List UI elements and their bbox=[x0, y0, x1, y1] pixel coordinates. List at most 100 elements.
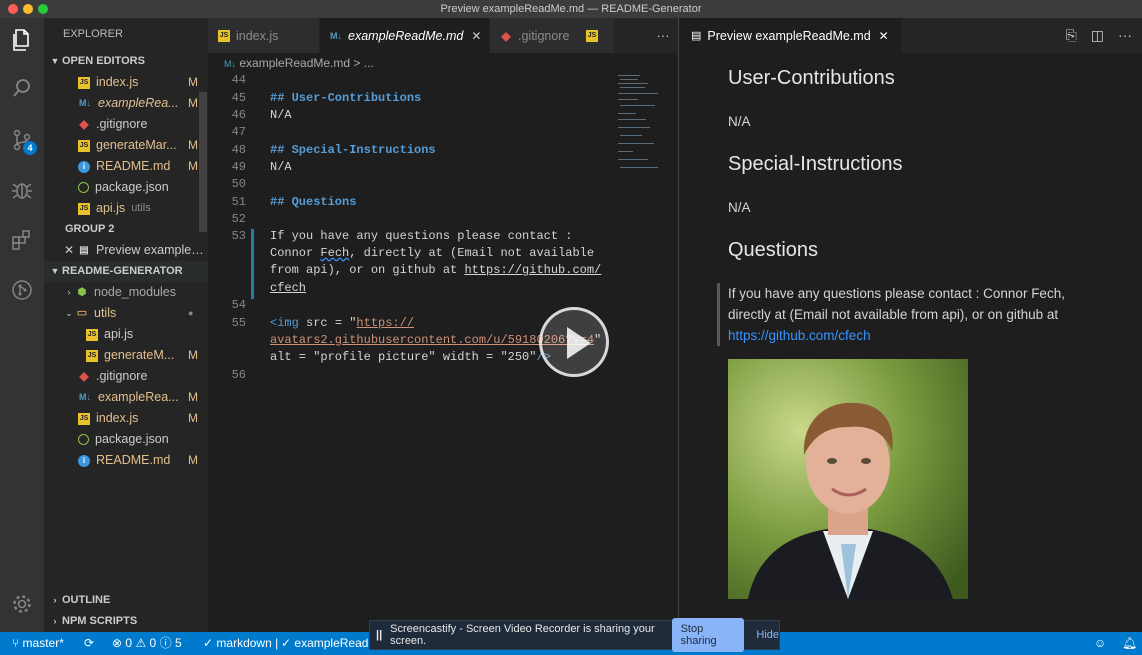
markdown-file-icon: M↓ bbox=[79, 392, 91, 402]
tab-preview[interactable]: ▤ Preview exampleReadMe.md ✕ bbox=[679, 18, 901, 53]
open-editors-header[interactable]: ▼ OPEN EDITORS bbox=[44, 51, 208, 72]
activity-bar: 4 bbox=[0, 18, 44, 632]
tree-item-package-json[interactable]: package.json bbox=[44, 429, 208, 450]
explorer-icon[interactable] bbox=[8, 26, 36, 54]
more-actions-icon[interactable]: ··· bbox=[1118, 27, 1132, 44]
tree-item-gitignore[interactable]: ◆ .gitignore bbox=[44, 366, 208, 387]
open-editor-item[interactable]: i README.md M bbox=[44, 156, 208, 177]
hide-button[interactable]: Hide bbox=[756, 629, 779, 641]
close-icon[interactable]: ✕ bbox=[879, 29, 889, 43]
pause-icon: || bbox=[376, 629, 383, 641]
node-folder-icon: ⬢ bbox=[77, 287, 87, 298]
code-line: from api), or on github at https://githu… bbox=[270, 263, 602, 277]
language-indicator[interactable]: ✓ markdown | bbox=[203, 632, 278, 655]
minimap[interactable] bbox=[618, 73, 668, 193]
preview-icon: ▤ bbox=[691, 30, 702, 42]
preview-icon: ▤ bbox=[79, 245, 89, 256]
git-graph-icon[interactable] bbox=[8, 276, 36, 304]
markdown-file-icon: M↓ bbox=[330, 30, 342, 41]
tree-item-readme[interactable]: i README.md M bbox=[44, 450, 208, 471]
tree-item-utils[interactable]: ⌄ ▭ utils ● bbox=[44, 303, 208, 324]
chevron-down-icon: ▼ bbox=[50, 266, 60, 276]
open-editor-item[interactable]: package.json bbox=[44, 177, 208, 198]
feedback-smiley-icon[interactable]: ☺ bbox=[1094, 632, 1106, 655]
check-icon: ✓ bbox=[203, 636, 214, 650]
explorer-title: EXPLORER bbox=[63, 28, 123, 40]
close-icon[interactable]: ✕ bbox=[471, 29, 481, 43]
js-file-icon: JS bbox=[78, 76, 90, 89]
git-file-icon: ◆ bbox=[79, 369, 89, 383]
tab-gitignore[interactable]: ◆ .gitignore JS bbox=[490, 18, 615, 53]
chevron-right-icon: › bbox=[53, 616, 57, 626]
code-line: If you have any questions please contact… bbox=[270, 229, 573, 243]
split-editor-icon[interactable]: ◫ bbox=[1091, 27, 1104, 44]
open-editor-item[interactable]: ◆ .gitignore bbox=[44, 114, 208, 135]
open-editor-item[interactable]: JS generateMar... M bbox=[44, 135, 208, 156]
group-2-header: GROUP 2 bbox=[65, 223, 115, 235]
breadcrumb[interactable]: M↓ exampleReadMe.md > ... bbox=[208, 53, 678, 73]
js-file-icon: JS bbox=[586, 29, 598, 42]
info-file-icon: i bbox=[78, 454, 90, 467]
open-editor-item[interactable]: JS index.js M bbox=[44, 72, 208, 93]
open-editor-item[interactable]: M↓ exampleRea... M bbox=[44, 93, 208, 114]
open-editor-preview-item[interactable]: ✕ ▤ Preview exampleR... bbox=[44, 240, 208, 261]
package-file-icon bbox=[78, 182, 89, 193]
project-header[interactable]: ▼ README-GENERATOR bbox=[44, 261, 208, 282]
maximize-window-button[interactable] bbox=[38, 4, 48, 14]
tree-item-api-js[interactable]: JS api.js bbox=[44, 324, 208, 345]
tab-example-readme[interactable]: M↓ exampleReadMe.md ✕ bbox=[320, 18, 490, 53]
minimize-window-button[interactable] bbox=[23, 4, 33, 14]
markdown-file-icon: M↓ bbox=[79, 98, 91, 108]
extensions-icon[interactable] bbox=[8, 226, 36, 254]
more-actions-icon[interactable]: ··· bbox=[648, 18, 678, 53]
close-window-button[interactable] bbox=[8, 4, 18, 14]
github-link[interactable]: https://github.com/cfech bbox=[728, 328, 871, 343]
video-play-button[interactable] bbox=[539, 307, 609, 377]
tab-index-js[interactable]: JS index.js bbox=[208, 18, 320, 53]
blockquote-bar bbox=[717, 283, 720, 346]
code-line: ## User-Contributions bbox=[270, 91, 422, 105]
source-control-badge: 4 bbox=[23, 141, 37, 155]
open-source-icon[interactable]: ⎘ bbox=[1066, 27, 1077, 44]
close-icon[interactable]: ✕ bbox=[64, 240, 78, 261]
npm-scripts-header[interactable]: › NPM SCRIPTS bbox=[44, 611, 138, 632]
preview-tab-bar: ▤ Preview exampleReadMe.md ✕ ⎘ ◫ ··· bbox=[679, 18, 1142, 53]
markdown-preview[interactable]: User-Contributions N/A Special-Instructi… bbox=[679, 53, 1142, 632]
notifications-bell-icon[interactable]: 🔔︎ bbox=[1122, 632, 1137, 655]
tree-item-generate-markdown[interactable]: JS generateM... M bbox=[44, 345, 208, 366]
code-line: ## Questions bbox=[270, 195, 357, 209]
profile-picture bbox=[728, 359, 968, 599]
window-title-bar: Preview exampleReadMe.md — README-Genera… bbox=[0, 0, 1142, 18]
play-icon bbox=[567, 327, 591, 359]
markdown-file-icon: M↓ bbox=[224, 59, 236, 69]
warning-icon: ⚠ bbox=[135, 636, 147, 650]
settings-gear-icon[interactable] bbox=[8, 590, 36, 618]
outline-header[interactable]: › OUTLINE bbox=[44, 590, 111, 611]
js-file-icon: JS bbox=[78, 202, 90, 215]
heading-questions: Questions bbox=[728, 239, 819, 261]
tree-item-index-js[interactable]: JS index.js M bbox=[44, 408, 208, 429]
modified-gutter-indicator bbox=[251, 229, 254, 299]
search-icon[interactable] bbox=[8, 74, 36, 102]
debug-icon[interactable] bbox=[8, 176, 36, 204]
code-line: alt = "profile picture" width = "250"/> bbox=[270, 350, 551, 364]
code-line: cfech bbox=[270, 281, 307, 295]
info-icon: ⓘ bbox=[159, 636, 172, 650]
stop-sharing-button[interactable]: Stop sharing bbox=[671, 618, 745, 652]
code-editor[interactable]: 44 45 ## User-Contributions 46 N/A 47 48… bbox=[208, 73, 678, 632]
tree-item-example-readme[interactable]: M↓ exampleRea... M bbox=[44, 387, 208, 408]
problems-indicator[interactable]: ⊗ 0 ⚠ 0 ⓘ 5 bbox=[112, 632, 182, 655]
branch-indicator[interactable]: ⑂ master* bbox=[12, 632, 64, 655]
sync-icon[interactable]: ⟳ bbox=[84, 632, 94, 655]
git-file-icon: ◆ bbox=[501, 28, 511, 43]
package-file-icon bbox=[78, 434, 89, 445]
tree-item-node-modules[interactable]: › ⬢ node_modules bbox=[44, 282, 208, 303]
file-indicator[interactable]: ✓ exampleRead bbox=[281, 632, 368, 655]
screen-sharing-banner: || Screencastify - Screen Video Recorder… bbox=[369, 618, 780, 652]
js-file-icon: JS bbox=[86, 349, 98, 362]
js-file-icon: JS bbox=[78, 139, 90, 152]
code-line: <img src = "https:// bbox=[270, 316, 415, 330]
sidebar-scrollbar[interactable] bbox=[199, 92, 207, 232]
open-editor-item[interactable]: JS api.js utils bbox=[44, 198, 208, 219]
info-file-icon: i bbox=[78, 160, 90, 173]
